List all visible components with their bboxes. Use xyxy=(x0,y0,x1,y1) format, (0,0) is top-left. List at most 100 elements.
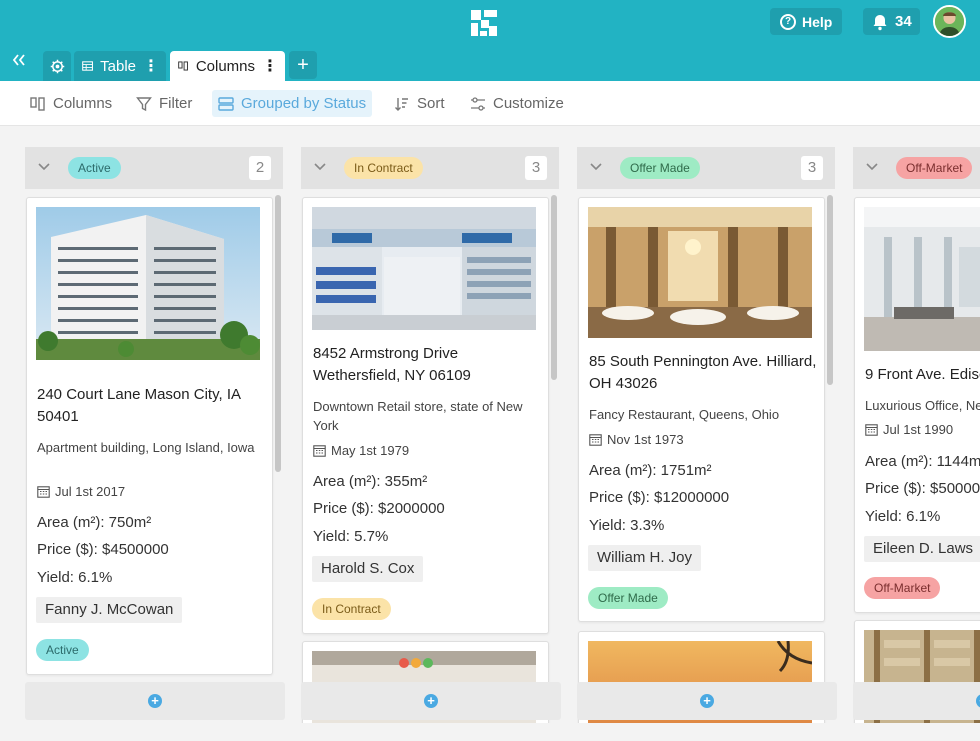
columns-icon xyxy=(178,61,188,71)
status-badge: Off-Market xyxy=(864,577,941,599)
sliders-icon xyxy=(471,96,485,111)
lane-cards: 240 Court Lane Mason City, IA 50401 Apar… xyxy=(25,195,283,723)
view-tab-bar: Table ⋮ Columns ⋮ + xyxy=(0,45,980,81)
card-owner: Fanny J. McCowan xyxy=(36,597,183,623)
customize-label: Customize xyxy=(493,95,564,112)
sort-icon xyxy=(395,97,408,111)
group-by-button[interactable]: Grouped by Status xyxy=(212,90,373,117)
tab-table[interactable]: Table ⋮ xyxy=(74,51,166,81)
add-card-button[interactable]: + xyxy=(301,682,561,720)
chevron-down-icon[interactable] xyxy=(589,159,603,173)
top-bar: ? Help 34 xyxy=(0,0,980,45)
card-owner: Harold S. Cox xyxy=(312,556,424,582)
card-yield: Yield: 6.1% xyxy=(37,569,113,586)
chevron-down-icon[interactable] xyxy=(37,159,51,173)
columns-icon xyxy=(30,96,45,111)
card-price: Price ($): $2000000 xyxy=(313,500,445,517)
card-area: Area (m²): 355m² xyxy=(313,473,428,490)
collapse-sidebar-button[interactable] xyxy=(10,51,34,73)
add-card-button[interactable]: + xyxy=(25,682,285,720)
tab-table-menu-icon[interactable]: ⋮ xyxy=(143,56,159,76)
card-description: Downtown Retail store, state of New York xyxy=(313,399,523,433)
plus-circle-icon: + xyxy=(148,694,162,708)
scrollbar[interactable] xyxy=(551,195,557,380)
filter-label: Filter xyxy=(159,95,193,112)
status-badge: Active xyxy=(36,639,89,661)
property-card[interactable]: 240 Court Lane Mason City, IA 50401 Apar… xyxy=(26,197,273,675)
add-view-button[interactable]: + xyxy=(289,51,317,79)
card-date: Nov 1st 1973 xyxy=(589,432,684,447)
property-photo xyxy=(588,207,812,338)
tab-columns-menu-icon[interactable]: ⋮ xyxy=(262,56,278,76)
lane-header: Offer Made 3 xyxy=(577,147,835,189)
status-badge: In Contract xyxy=(312,598,391,620)
help-button[interactable]: ? Help xyxy=(770,8,843,35)
avatar[interactable] xyxy=(933,5,966,38)
status-badge: Offer Made xyxy=(588,587,668,609)
tab-columns[interactable]: Columns ⋮ xyxy=(170,51,285,81)
lane-cards: 8452 Armstrong Drive Wethersfield, NY 06… xyxy=(301,195,559,723)
calendar-icon xyxy=(865,424,878,436)
scrollbar[interactable] xyxy=(275,195,281,472)
card-date-label: Jul 1st 1990 xyxy=(883,422,954,437)
plus-circle-icon: + xyxy=(700,694,714,708)
property-card[interactable]: 8452 Armstrong Drive Wethersfield, NY 06… xyxy=(302,197,549,634)
scrollbar[interactable] xyxy=(827,195,833,385)
sort-label: Sort xyxy=(417,95,445,112)
lane-cards: 85 South Pennington Ave. Hilliard, OH 43… xyxy=(577,195,835,723)
chevron-down-icon[interactable] xyxy=(313,159,327,173)
app-logo[interactable] xyxy=(469,8,499,38)
sort-button[interactable]: Sort xyxy=(388,90,451,117)
lane-active: Active 2 240 Court Lane Mason City, IA 5… xyxy=(25,147,285,723)
chevron-down-icon[interactable] xyxy=(865,159,879,173)
notifications-button[interactable]: 34 xyxy=(863,8,920,35)
card-description: Luxurious Office, New xyxy=(865,398,980,413)
property-card[interactable]: 9 Front Ave. Edison Luxurious Office, Ne… xyxy=(854,197,980,613)
property-photo xyxy=(312,207,536,330)
status-badge: Off-Market xyxy=(896,157,973,179)
card-price: Price ($): $12000000 xyxy=(589,489,730,506)
columns-label: Columns xyxy=(53,95,113,112)
lane-in-contract: In Contract 3 8452 Armstrong Drive Wethe… xyxy=(301,147,561,723)
card-description: Apartment building, Long Island, Iowa xyxy=(37,440,255,455)
add-card-button[interactable]: + xyxy=(577,682,837,720)
notification-count: 34 xyxy=(895,13,912,30)
tab-table-label: Table xyxy=(100,57,136,75)
lane-header: Active 2 xyxy=(25,147,283,189)
plus-circle-icon: + xyxy=(424,694,438,708)
plus-icon: + xyxy=(297,53,309,76)
property-card[interactable]: 85 South Pennington Ave. Hilliard, OH 43… xyxy=(578,197,825,622)
calendar-icon xyxy=(313,445,326,457)
card-address: 8452 Armstrong Drive Wethersfield, NY 06… xyxy=(313,345,471,384)
card-price: Price ($): $5000000 xyxy=(865,480,980,497)
view-toolbar: Columns Filter Grouped by Status Sort Cu… xyxy=(0,81,980,126)
lane-count: 3 xyxy=(801,156,823,180)
card-yield: Yield: 3.3% xyxy=(589,517,665,534)
card-address: 240 Court Lane Mason City, IA 50401 xyxy=(37,386,241,425)
bell-icon xyxy=(873,14,887,30)
card-area: Area (m²): 1751m² xyxy=(589,462,712,479)
kanban-board: Active 2 240 Court Lane Mason City, IA 5… xyxy=(0,126,980,741)
lane-cards: 9 Front Ave. Edison Luxurious Office, Ne… xyxy=(853,195,980,723)
customize-button[interactable]: Customize xyxy=(464,90,570,117)
card-date: Jul 1st 1990 xyxy=(865,422,953,437)
help-label: Help xyxy=(802,13,833,30)
card-date-label: Nov 1st 1973 xyxy=(607,432,684,447)
card-date-label: Jul 1st 2017 xyxy=(55,484,126,499)
gear-icon xyxy=(50,59,64,73)
card-price: Price ($): $4500000 xyxy=(37,541,169,558)
card-address: 9 Front Ave. Edison xyxy=(865,366,980,383)
card-yield: Yield: 5.7% xyxy=(313,528,389,545)
calendar-icon xyxy=(37,486,50,498)
add-card-button[interactable]: + xyxy=(853,682,980,720)
columns-button[interactable]: Columns xyxy=(24,90,118,117)
table-icon xyxy=(82,61,93,71)
lane-offer-made: Offer Made 3 85 South Pennington Ave. Hi… xyxy=(577,147,837,723)
lane-off-market: Off-Market 9 Front Ave. Edison Luxurious… xyxy=(853,147,980,723)
card-area: Area (m²): 750m² xyxy=(37,514,152,531)
views-settings-button[interactable] xyxy=(43,51,71,81)
card-owner: Eileen D. Laws xyxy=(864,536,980,562)
card-address: 85 South Pennington Ave. Hilliard, OH 43… xyxy=(589,353,817,392)
filter-button[interactable]: Filter xyxy=(130,90,198,117)
group-icon xyxy=(218,96,234,111)
